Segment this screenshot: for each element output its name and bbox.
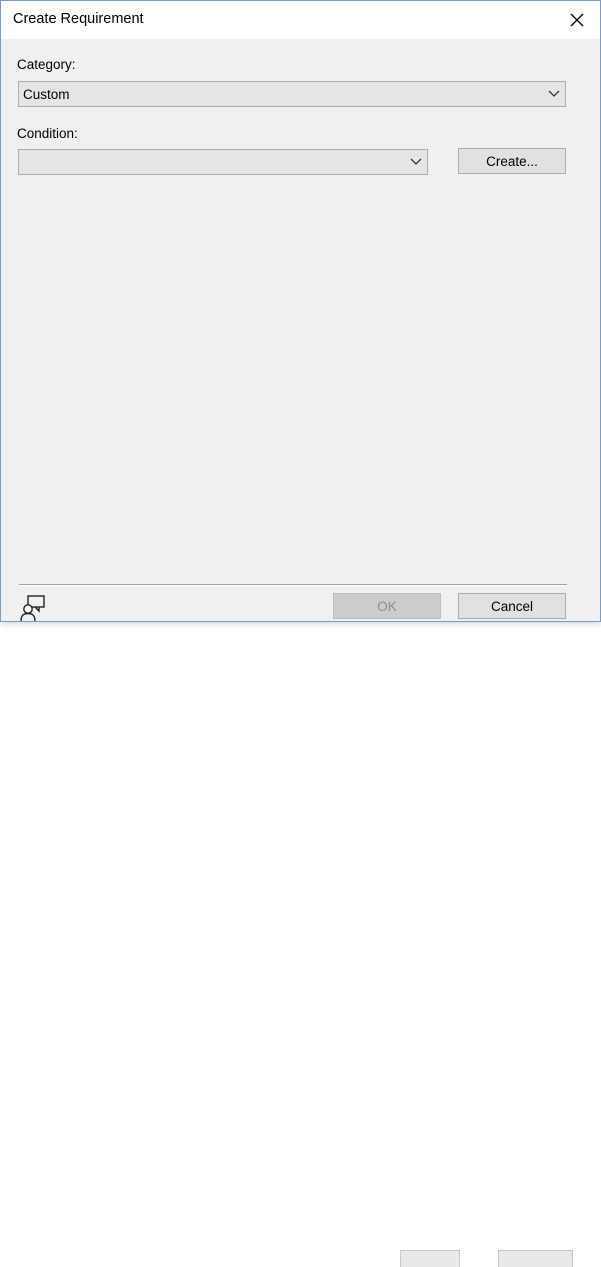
category-dropdown[interactable]: Custom [18, 81, 566, 107]
background-button [498, 1250, 573, 1267]
background-button [400, 1250, 460, 1267]
create-requirement-dialog: Create Requirement Category: Custom Cond… [0, 0, 601, 622]
ok-button[interactable]: OK [333, 593, 441, 619]
condition-dropdown[interactable] [18, 149, 428, 175]
category-label: Category: [17, 57, 76, 72]
close-icon [570, 13, 584, 27]
dialog-title: Create Requirement [13, 11, 144, 27]
feedback-button[interactable] [20, 594, 48, 622]
condition-label: Condition: [17, 126, 78, 141]
category-dropdown-value: Custom [23, 87, 70, 102]
chevron-down-icon [410, 158, 422, 165]
footer-separator [19, 584, 567, 586]
cancel-button[interactable]: Cancel [458, 593, 566, 619]
feedback-person-icon [20, 595, 45, 622]
chevron-down-icon [548, 90, 560, 97]
title-bar: Create Requirement [1, 1, 600, 39]
close-button[interactable] [554, 1, 600, 39]
background-button-strip [0, 622, 601, 1267]
create-condition-button[interactable]: Create... [458, 148, 566, 174]
